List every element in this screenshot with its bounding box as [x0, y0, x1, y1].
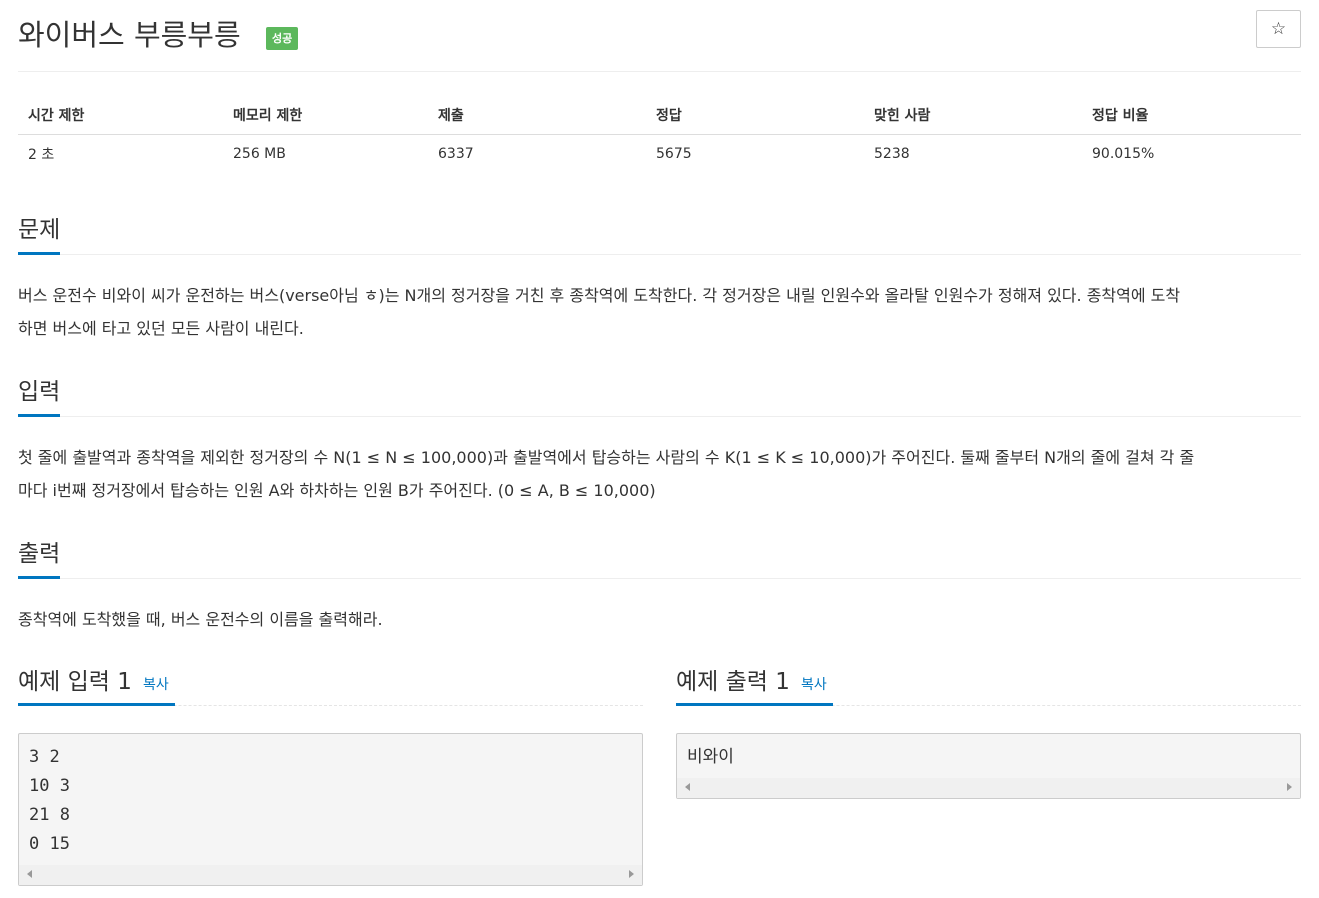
- sample-input-title: 예제 입력 1: [18, 669, 132, 695]
- problem-page: 와이버스 부릉부릉 성공 ☆ 시간 제한 메모리 제한 제출 정답 맞힌 사람 …: [18, 0, 1301, 898]
- sample-output-heading: 예제 출력 1 복사: [676, 662, 833, 706]
- info-header-row: 시간 제한 메모리 제한 제출 정답 맞힌 사람 정답 비율: [18, 96, 1301, 135]
- sample-output-panel: 예제 출력 1 복사 비와이: [676, 662, 1301, 799]
- output-section-title: 출력: [18, 534, 61, 579]
- copy-sample-output-button[interactable]: 복사: [801, 677, 827, 693]
- problem-title: 와이버스 부릉부릉: [18, 18, 241, 52]
- input-description-line: 첫 줄에 출발역과 종착역을 제외한 정거장의 수 N(1 ≤ N ≤ 100,…: [18, 448, 1195, 467]
- code-line: 0 15: [29, 834, 70, 854]
- code-line: 3 2: [29, 747, 60, 767]
- problem-header: 와이버스 부릉부릉 성공 ☆: [18, 0, 1301, 72]
- sample-output-code: 비와이: [677, 734, 1300, 772]
- input-section-title: 입력: [18, 372, 61, 417]
- value-accepted: 5675: [656, 146, 692, 163]
- problem-description-line: 버스 운전수 비와이 씨가 운전하는 버스(verse아님 ㅎ)는 N개의 정거…: [18, 286, 1181, 305]
- info-value-row: 2 초 256 MB 6337 5675 5238 90.015%: [18, 134, 1301, 174]
- scroll-left-icon[interactable]: [685, 783, 690, 791]
- problem-section-header: 문제: [18, 210, 1301, 255]
- header-time-limit: 시간 제한: [18, 96, 223, 135]
- output-section-header: 출력: [18, 534, 1301, 579]
- code-line: 21 8: [29, 805, 70, 825]
- input-description-line: 마다 i번째 정거장에서 탑승하는 인원 A와 하차하는 인원 B가 주어진다.…: [18, 481, 656, 500]
- star-icon: ☆: [1270, 19, 1287, 39]
- value-memory-limit: 256 MB: [233, 146, 286, 163]
- sample-output-box[interactable]: 비와이: [676, 733, 1301, 799]
- sample-input-box[interactable]: 3 2 10 3 21 8 0 15: [18, 733, 643, 886]
- output-description-line: 종착역에 도착했을 때, 버스 운전수의 이름을 출력해라.: [18, 610, 383, 629]
- copy-sample-input-button[interactable]: 복사: [143, 677, 169, 693]
- scroll-right-icon[interactable]: [1287, 783, 1292, 791]
- sample-output-header: 예제 출력 1 복사: [676, 662, 1301, 706]
- header-solved-users: 맞힌 사람: [864, 96, 1082, 135]
- sample-input-heading: 예제 입력 1 복사: [18, 662, 175, 706]
- header-submissions: 제출: [428, 96, 646, 135]
- input-description: 첫 줄에 출발역과 종착역을 제외한 정거장의 수 N(1 ≤ N ≤ 100,…: [18, 441, 1301, 507]
- problem-info-table: 시간 제한 메모리 제한 제출 정답 맞힌 사람 정답 비율 2 초 256 M…: [18, 96, 1301, 174]
- value-solved-users: 5238: [874, 146, 910, 163]
- header-accept-rate: 정답 비율: [1082, 96, 1301, 135]
- value-accept-rate: 90.015%: [1092, 146, 1155, 163]
- scroll-right-icon[interactable]: [629, 870, 634, 878]
- sample-input-panel: 예제 입력 1 복사 3 2 10 3 21 8 0 15: [18, 662, 643, 886]
- sample-input-header: 예제 입력 1 복사: [18, 662, 643, 706]
- horizontal-scrollbar[interactable]: [677, 778, 1300, 798]
- code-line: 10 3: [29, 776, 70, 796]
- code-line: 비와이: [687, 747, 734, 767]
- problem-description-line: 하면 버스에 타고 있던 모든 사람이 내린다.: [18, 319, 304, 338]
- problem-section-title: 문제: [18, 210, 61, 255]
- sample-input-code: 3 2 10 3 21 8 0 15: [19, 734, 642, 859]
- horizontal-scrollbar[interactable]: [19, 865, 642, 885]
- header-accepted: 정답: [646, 96, 864, 135]
- problem-description: 버스 운전수 비와이 씨가 운전하는 버스(verse아님 ㅎ)는 N개의 정거…: [18, 279, 1301, 345]
- value-time-limit: 2 초: [28, 147, 55, 164]
- status-badge: 성공: [266, 27, 299, 50]
- scroll-left-icon[interactable]: [27, 870, 32, 878]
- output-description: 종착역에 도착했을 때, 버스 운전수의 이름을 출력해라.: [18, 603, 1301, 636]
- sample-output-title: 예제 출력 1: [676, 669, 790, 695]
- header-memory-limit: 메모리 제한: [223, 96, 428, 135]
- value-submissions: 6337: [438, 146, 474, 163]
- favorite-button[interactable]: ☆: [1256, 10, 1301, 48]
- input-section-header: 입력: [18, 372, 1301, 417]
